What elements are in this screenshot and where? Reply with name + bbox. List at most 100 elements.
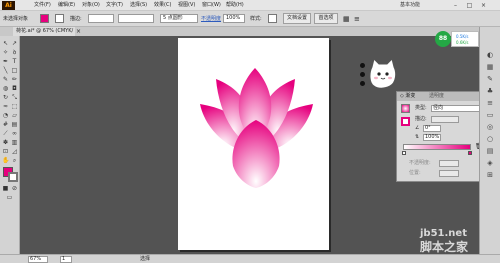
screen-mode-icon[interactable]: ▭	[6, 194, 13, 201]
fill-swatch[interactable]	[40, 14, 49, 23]
color-mode-icon[interactable]: ■	[2, 185, 9, 192]
layers-panel-icon[interactable]: ◈	[485, 159, 495, 167]
menu-select[interactable]: 选择(S)	[130, 1, 147, 10]
menu-window[interactable]: 窗口(W)	[202, 1, 221, 10]
document-setup-button[interactable]: 文档设置	[283, 13, 311, 24]
artboard-tool-icon[interactable]: ⊡	[2, 148, 9, 155]
free-transform-tool-icon[interactable]: ⬚	[11, 103, 18, 110]
width-tool-icon[interactable]: ≈	[2, 103, 9, 110]
gradient-stop-end[interactable]	[468, 151, 472, 155]
stroke-swatch[interactable]	[55, 14, 64, 23]
stroke-color-swatch[interactable]	[8, 172, 18, 182]
graphic-styles-panel-icon[interactable]: ▤	[485, 147, 495, 155]
graph-tool-icon[interactable]: ▥	[11, 139, 18, 146]
status-bar: 67% 1 选择	[0, 254, 500, 263]
gradient-preview-swatch[interactable]	[401, 104, 410, 113]
document-tab[interactable]: 荷花.ai* @ 67% (CMYK/预览)	[13, 27, 75, 43]
aspect-ratio-field[interactable]: 100%	[423, 134, 441, 141]
none-mode-icon[interactable]: ⊘	[11, 185, 18, 192]
speed-readout: 0.5K/s 0.6K/s	[451, 31, 479, 47]
pencil-tool-icon[interactable]: ✏	[11, 76, 18, 83]
symbols-panel-icon[interactable]: ♣	[485, 87, 495, 95]
mascot-button-3[interactable]	[360, 81, 365, 86]
preferences-button[interactable]: 首选项	[314, 13, 338, 24]
gradient-panel: ◇ 渐变 透明度 ≡ 类型: 径向 描边: ∠ 0° ⇅ 100% 🗑 不透明度…	[396, 91, 488, 182]
gradient-stop-start[interactable]	[402, 151, 406, 155]
type-label: 类型:	[415, 105, 427, 111]
blob-brush-tool-icon[interactable]: ◍	[2, 85, 9, 92]
stroke-weight-field[interactable]	[88, 14, 114, 23]
artboards-panel-icon[interactable]: ⊞	[485, 171, 495, 179]
stroke-label: 描边:	[70, 16, 82, 22]
opacity-field[interactable]	[439, 160, 459, 167]
location-field[interactable]	[439, 170, 459, 177]
opacity-field[interactable]: 100%	[223, 14, 245, 23]
artboard-number-field[interactable]: 1	[60, 256, 72, 263]
arrange-icon[interactable]: ▦	[343, 15, 351, 23]
stroke-gradient-swatch[interactable]	[401, 117, 410, 126]
symbol-sprayer-tool-icon[interactable]: ✽	[2, 139, 9, 146]
line-tool-icon[interactable]: ╲	[2, 67, 9, 74]
hand-tool-icon[interactable]: ✋	[2, 157, 9, 164]
location-label: 位置:	[409, 170, 421, 176]
stroke-panel-icon[interactable]: ≡	[485, 99, 495, 107]
opacity-link[interactable]: 不透明度	[201, 15, 221, 23]
artboard[interactable]	[178, 38, 329, 250]
gradient-panel-tabs: ◇ 渐变 透明度 ≡	[397, 92, 487, 101]
gradient-panel-icon[interactable]: ▭	[485, 111, 495, 119]
transparency-panel-icon[interactable]: ◎	[485, 123, 495, 131]
direct-selection-tool-icon[interactable]: ↗	[11, 40, 18, 47]
workspace-switcher[interactable]: 基本功能	[400, 1, 420, 10]
type-tool-icon[interactable]: T	[11, 58, 18, 65]
mascot-button-1[interactable]	[360, 63, 365, 68]
mascot-button-2[interactable]	[360, 72, 365, 77]
zoom-tool-icon[interactable]: ⌕	[11, 157, 18, 164]
close-window-button[interactable]: ×	[477, 1, 490, 10]
menu-view[interactable]: 视图(V)	[178, 1, 195, 10]
paintbrush-tool-icon[interactable]: ✎	[2, 76, 9, 83]
style-swatch[interactable]	[268, 14, 277, 23]
close-tab-icon[interactable]: ×	[75, 27, 82, 36]
slice-tool-icon[interactable]: ◿	[11, 148, 18, 155]
menu-help[interactable]: 帮助(H)	[226, 1, 244, 10]
watermark-domain: jb51.net	[420, 228, 467, 239]
brushes-panel-icon[interactable]: ✎	[485, 75, 495, 83]
perspective-grid-tool-icon[interactable]: ▱	[11, 112, 18, 119]
speed-badge[interactable]: 88	[435, 31, 451, 47]
minimize-button[interactable]: –	[449, 1, 462, 10]
variable-width-field[interactable]	[118, 14, 154, 23]
selection-tool-icon[interactable]: ↖	[2, 40, 9, 47]
selection-status: 未选择对象	[3, 16, 29, 22]
stroke-type-field[interactable]	[431, 116, 459, 123]
eyedropper-tool-icon[interactable]: ⟋	[2, 130, 9, 137]
panel-menu-icon[interactable]: ≡	[354, 15, 362, 23]
gradient-type-select[interactable]: 径向	[431, 105, 481, 112]
lotus-artwork[interactable]	[178, 38, 329, 250]
appearance-panel-icon[interactable]: ○	[485, 135, 495, 143]
rotate-tool-icon[interactable]: ↻	[2, 94, 9, 101]
rectangle-tool-icon[interactable]: □	[11, 67, 18, 74]
magic-wand-tool-icon[interactable]: ✧	[2, 49, 9, 56]
tab-transparency[interactable]: 透明度	[429, 93, 444, 100]
lasso-tool-icon[interactable]: ꝺ	[11, 49, 18, 56]
gradient-tool-icon[interactable]: ▤	[11, 121, 18, 128]
mesh-tool-icon[interactable]: #	[2, 121, 9, 128]
brush-field[interactable]: 5 点圆形	[160, 14, 198, 23]
menu-type[interactable]: 文字(T)	[106, 1, 123, 10]
swatches-panel-icon[interactable]: ▦	[485, 63, 495, 71]
menu-effect[interactable]: 效果(C)	[154, 1, 171, 10]
scale-tool-icon[interactable]: ⤡	[11, 94, 18, 101]
menu-edit[interactable]: 编辑(E)	[58, 1, 75, 10]
blend-tool-icon[interactable]: ∞	[11, 130, 18, 137]
zoom-field[interactable]: 67%	[28, 256, 48, 263]
shape-builder-tool-icon[interactable]: ◔	[2, 112, 9, 119]
gradient-slider[interactable]	[403, 144, 471, 150]
angle-field[interactable]: 0°	[423, 125, 441, 132]
eraser-tool-icon[interactable]: ◘	[11, 85, 18, 92]
pen-tool-icon[interactable]: ✒	[2, 58, 9, 65]
color-panel-icon[interactable]: ◐	[485, 51, 495, 59]
menu-file[interactable]: 文件(F)	[34, 1, 51, 10]
tab-gradient[interactable]: ◇ 渐变	[400, 93, 415, 100]
maximize-button[interactable]: □	[463, 1, 476, 10]
menu-object[interactable]: 对象(O)	[82, 1, 100, 10]
